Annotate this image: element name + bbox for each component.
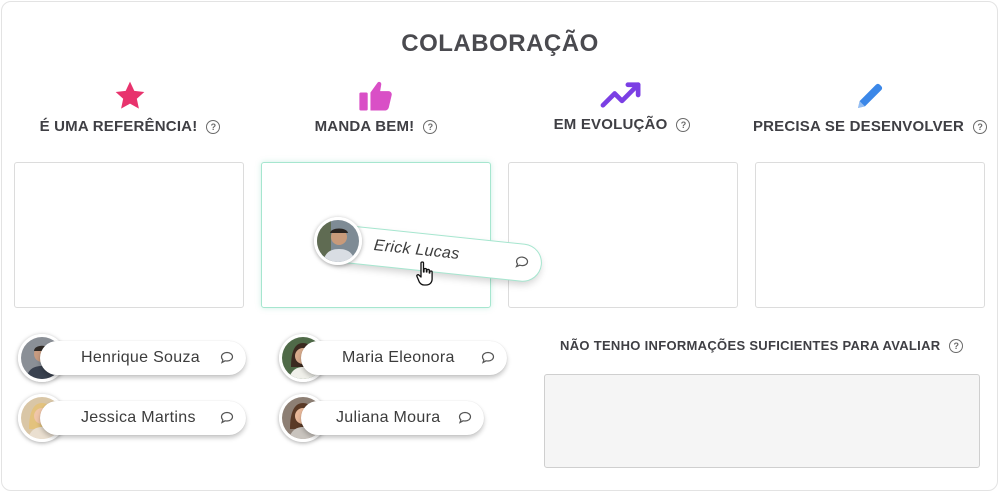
thumbs-up-icon (359, 81, 392, 111)
pencil-icon (858, 83, 883, 108)
help-icon[interactable]: ? (973, 119, 988, 134)
avatar (314, 217, 362, 265)
no-info-heading: NÃO TENHO INFORMAÇÕES SUFICIENTES PARA A… (560, 338, 964, 353)
dropzone-precisa-desenvolver[interactable] (755, 162, 985, 308)
person-name: Maria Eleonora (342, 349, 455, 366)
category-label: EM EVOLUÇÃO (553, 116, 668, 133)
comment-icon[interactable] (220, 411, 234, 424)
category-referencia: É UMA REFERÊNCIA! ? (30, 80, 230, 135)
help-icon[interactable]: ? (949, 338, 964, 353)
category-label: É UMA REFERÊNCIA! (39, 118, 198, 135)
no-info-label: NÃO TENHO INFORMAÇÕES SUFICIENTES PARA A… (560, 338, 941, 353)
person-name: Henrique Souza (81, 349, 200, 366)
comment-icon[interactable] (220, 351, 234, 364)
category-precisa-desenvolver: PRECISA SE DESENVOLVER ? (752, 80, 988, 135)
grab-cursor-icon (416, 261, 433, 286)
category-manda-bem: MANDA BEM! ? (276, 80, 476, 135)
person-chip[interactable]: Henrique Souza (40, 341, 246, 375)
help-icon[interactable]: ? (206, 119, 221, 134)
star-icon (115, 81, 145, 109)
category-label: PRECISA SE DESENVOLVER (752, 118, 965, 135)
person-name: Juliana Moura (336, 409, 441, 426)
person-chip[interactable]: Maria Eleonora (301, 341, 507, 375)
dropzone-em-evolucao[interactable] (508, 162, 738, 308)
comment-icon[interactable] (481, 351, 495, 364)
person-chip[interactable]: Juliana Moura (301, 401, 484, 435)
person-name: Jessica Martins (81, 409, 196, 426)
person-chip[interactable]: Jessica Martins (40, 401, 246, 435)
category-em-evolucao: EM EVOLUÇÃO ? (522, 80, 722, 133)
help-icon[interactable]: ? (676, 117, 691, 132)
page-title: COLABORAÇÃO (401, 30, 599, 57)
category-label: MANDA BEM! (314, 118, 415, 135)
dropzone-no-info[interactable] (544, 374, 980, 468)
dropzone-referencia[interactable] (14, 162, 244, 308)
trending-up-icon (600, 82, 641, 108)
comment-icon[interactable] (514, 255, 529, 269)
comment-icon[interactable] (458, 411, 472, 424)
help-icon[interactable]: ? (423, 119, 438, 134)
